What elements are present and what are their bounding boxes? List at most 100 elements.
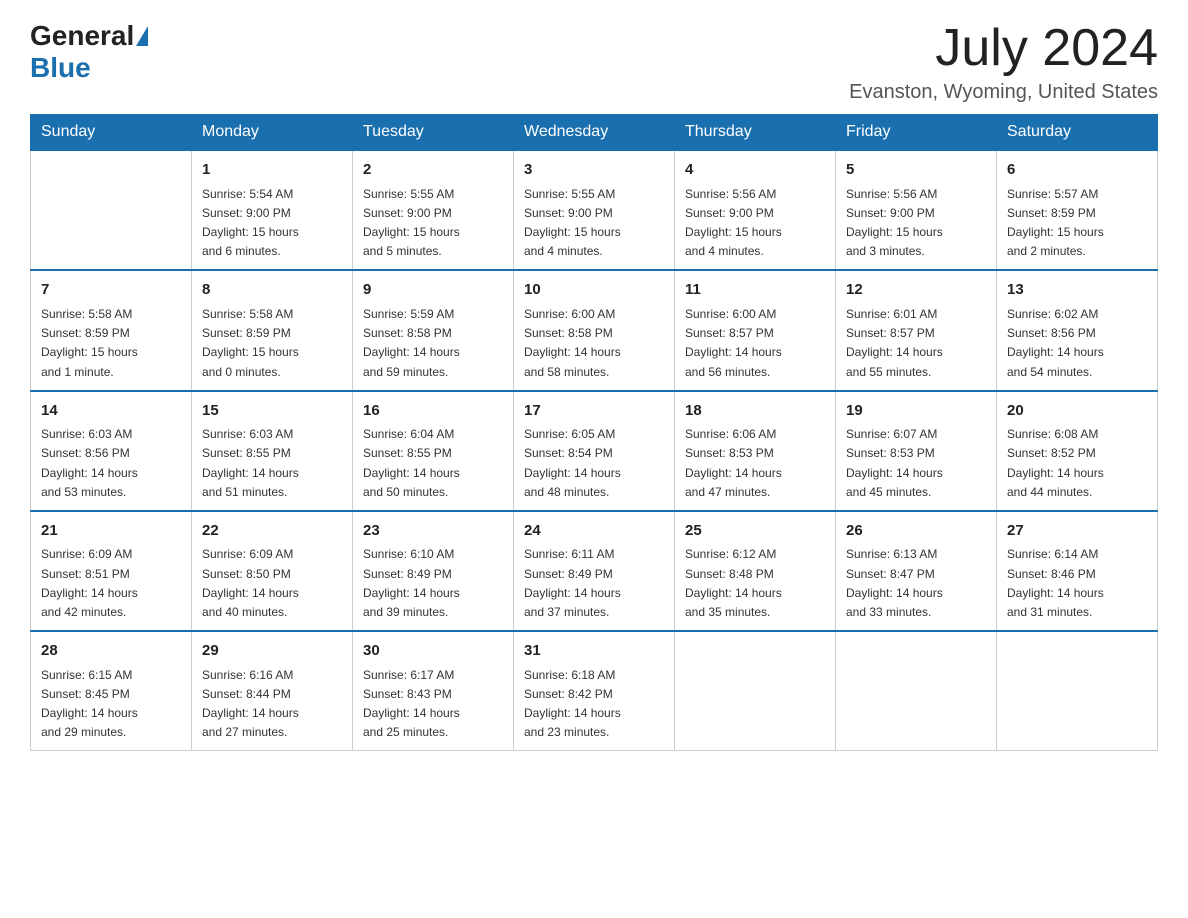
day-of-week-header: Wednesday bbox=[514, 115, 675, 151]
calendar-day-cell bbox=[836, 631, 997, 751]
day-info-text: Sunrise: 5:55 AM Sunset: 9:00 PM Dayligh… bbox=[363, 185, 503, 262]
title-block: July 2024 Evanston, Wyoming, United Stat… bbox=[849, 20, 1158, 104]
day-number: 22 bbox=[202, 520, 342, 543]
day-number: 29 bbox=[202, 640, 342, 663]
day-info-text: Sunrise: 6:04 AM Sunset: 8:55 PM Dayligh… bbox=[363, 425, 503, 502]
logo-triangle-icon bbox=[136, 26, 148, 46]
page-header: General Blue July 2024 Evanston, Wyoming… bbox=[30, 20, 1158, 104]
day-of-week-header: Thursday bbox=[675, 115, 836, 151]
day-of-week-header: Tuesday bbox=[353, 115, 514, 151]
month-title: July 2024 bbox=[849, 20, 1158, 77]
day-info-text: Sunrise: 6:02 AM Sunset: 8:56 PM Dayligh… bbox=[1007, 305, 1147, 382]
day-info-text: Sunrise: 5:56 AM Sunset: 9:00 PM Dayligh… bbox=[685, 185, 825, 262]
day-number: 18 bbox=[685, 400, 825, 423]
logo-general-text: General bbox=[30, 20, 134, 52]
day-info-text: Sunrise: 5:56 AM Sunset: 9:00 PM Dayligh… bbox=[846, 185, 986, 262]
calendar-day-cell: 6Sunrise: 5:57 AM Sunset: 8:59 PM Daylig… bbox=[997, 150, 1158, 270]
day-info-text: Sunrise: 6:01 AM Sunset: 8:57 PM Dayligh… bbox=[846, 305, 986, 382]
calendar-header-row: SundayMondayTuesdayWednesdayThursdayFrid… bbox=[31, 115, 1158, 151]
day-info-text: Sunrise: 6:12 AM Sunset: 8:48 PM Dayligh… bbox=[685, 545, 825, 622]
calendar-day-cell: 8 Sunrise: 5:58 AM Sunset: 8:59 PM Daylig… bbox=[192, 270, 353, 390]
day-info-text: Sunrise: 6:13 AM Sunset: 8:47 PM Dayligh… bbox=[846, 545, 986, 622]
day-number: 26 bbox=[846, 520, 986, 543]
day-info-text: Sunrise: 6:03 AM Sunset: 8:56 PM Dayligh… bbox=[41, 425, 181, 502]
day-info-text: Sunrise: 6:00 AM Sunset: 8:57 PM Dayligh… bbox=[685, 305, 825, 382]
calendar-day-cell: 30Sunrise: 6:17 AM Sunset: 8:43 PM Dayli… bbox=[353, 631, 514, 751]
day-number: 4 bbox=[685, 159, 825, 182]
calendar-day-cell: 24Sunrise: 6:11 AM Sunset: 8:49 PM Dayli… bbox=[514, 511, 675, 631]
calendar-week-row: 28Sunrise: 6:15 AM Sunset: 8:45 PM Dayli… bbox=[31, 631, 1158, 751]
day-number: 20 bbox=[1007, 400, 1147, 423]
day-number: 17 bbox=[524, 400, 664, 423]
calendar-day-cell: 4 Sunrise: 5:56 AM Sunset: 9:00 PM Daylig… bbox=[675, 150, 836, 270]
day-number: 21 bbox=[41, 520, 181, 543]
day-info-text: Sunrise: 6:11 AM Sunset: 8:49 PM Dayligh… bbox=[524, 545, 664, 622]
day-number: 7 bbox=[41, 279, 181, 302]
day-info-text: Sunrise: 5:58 AM Sunset: 8:59 PM Dayligh… bbox=[202, 305, 342, 382]
day-info-text: Sunrise: 6:09 AM Sunset: 8:50 PM Dayligh… bbox=[202, 545, 342, 622]
day-number: 14 bbox=[41, 400, 181, 423]
day-number: 27 bbox=[1007, 520, 1147, 543]
day-number: 13 bbox=[1007, 279, 1147, 302]
calendar-day-cell: 14Sunrise: 6:03 AM Sunset: 8:56 PM Dayli… bbox=[31, 391, 192, 511]
calendar-day-cell: 20Sunrise: 6:08 AM Sunset: 8:52 PM Dayli… bbox=[997, 391, 1158, 511]
day-number: 5 bbox=[846, 159, 986, 182]
calendar-week-row: 14Sunrise: 6:03 AM Sunset: 8:56 PM Dayli… bbox=[31, 391, 1158, 511]
day-number: 3 bbox=[524, 159, 664, 182]
day-number: 19 bbox=[846, 400, 986, 423]
day-of-week-header: Monday bbox=[192, 115, 353, 151]
day-number: 1 bbox=[202, 159, 342, 182]
day-info-text: Sunrise: 6:08 AM Sunset: 8:52 PM Dayligh… bbox=[1007, 425, 1147, 502]
day-info-text: Sunrise: 6:10 AM Sunset: 8:49 PM Dayligh… bbox=[363, 545, 503, 622]
day-info-text: Sunrise: 6:17 AM Sunset: 8:43 PM Dayligh… bbox=[363, 666, 503, 743]
calendar-day-cell: 12Sunrise: 6:01 AM Sunset: 8:57 PM Dayli… bbox=[836, 270, 997, 390]
day-info-text: Sunrise: 5:55 AM Sunset: 9:00 PM Dayligh… bbox=[524, 185, 664, 262]
calendar-day-cell: 13 Sunrise: 6:02 AM Sunset: 8:56 PM Dayli… bbox=[997, 270, 1158, 390]
calendar-day-cell: 10 Sunrise: 6:00 AM Sunset: 8:58 PM Dayli… bbox=[514, 270, 675, 390]
calendar-day-cell: 27Sunrise: 6:14 AM Sunset: 8:46 PM Dayli… bbox=[997, 511, 1158, 631]
calendar-day-cell bbox=[31, 150, 192, 270]
location-text: Evanston, Wyoming, United States bbox=[849, 81, 1158, 104]
day-info-text: Sunrise: 6:14 AM Sunset: 8:46 PM Dayligh… bbox=[1007, 545, 1147, 622]
day-info-text: Sunrise: 6:15 AM Sunset: 8:45 PM Dayligh… bbox=[41, 666, 181, 743]
calendar-day-cell: 16Sunrise: 6:04 AM Sunset: 8:55 PM Dayli… bbox=[353, 391, 514, 511]
calendar-day-cell: 17Sunrise: 6:05 AM Sunset: 8:54 PM Dayli… bbox=[514, 391, 675, 511]
day-number: 31 bbox=[524, 640, 664, 663]
calendar-day-cell: 5 Sunrise: 5:56 AM Sunset: 9:00 PM Daylig… bbox=[836, 150, 997, 270]
day-info-text: Sunrise: 5:59 AM Sunset: 8:58 PM Dayligh… bbox=[363, 305, 503, 382]
calendar-day-cell: 22Sunrise: 6:09 AM Sunset: 8:50 PM Dayli… bbox=[192, 511, 353, 631]
calendar-day-cell: 25Sunrise: 6:12 AM Sunset: 8:48 PM Dayli… bbox=[675, 511, 836, 631]
calendar-day-cell: 15Sunrise: 6:03 AM Sunset: 8:55 PM Dayli… bbox=[192, 391, 353, 511]
calendar-day-cell: 26Sunrise: 6:13 AM Sunset: 8:47 PM Dayli… bbox=[836, 511, 997, 631]
day-info-text: Sunrise: 6:06 AM Sunset: 8:53 PM Dayligh… bbox=[685, 425, 825, 502]
calendar-day-cell: 18Sunrise: 6:06 AM Sunset: 8:53 PM Dayli… bbox=[675, 391, 836, 511]
calendar-day-cell: 11 Sunrise: 6:00 AM Sunset: 8:57 PM Dayli… bbox=[675, 270, 836, 390]
day-number: 16 bbox=[363, 400, 503, 423]
day-number: 25 bbox=[685, 520, 825, 543]
calendar-day-cell bbox=[675, 631, 836, 751]
calendar-day-cell: 21Sunrise: 6:09 AM Sunset: 8:51 PM Dayli… bbox=[31, 511, 192, 631]
day-number: 8 bbox=[202, 279, 342, 302]
calendar-day-cell: 29 Sunrise: 6:16 AM Sunset: 8:44 PM Dayli… bbox=[192, 631, 353, 751]
day-number: 15 bbox=[202, 400, 342, 423]
day-of-week-header: Sunday bbox=[31, 115, 192, 151]
calendar-table: SundayMondayTuesdayWednesdayThursdayFrid… bbox=[30, 114, 1158, 751]
day-number: 9 bbox=[363, 279, 503, 302]
calendar-week-row: 7 Sunrise: 5:58 AM Sunset: 8:59 PM Daylig… bbox=[31, 270, 1158, 390]
day-info-text: Sunrise: 6:00 AM Sunset: 8:58 PM Dayligh… bbox=[524, 305, 664, 382]
calendar-week-row: 21Sunrise: 6:09 AM Sunset: 8:51 PM Dayli… bbox=[31, 511, 1158, 631]
day-of-week-header: Saturday bbox=[997, 115, 1158, 151]
day-number: 10 bbox=[524, 279, 664, 302]
day-info-text: Sunrise: 5:58 AM Sunset: 8:59 PM Dayligh… bbox=[41, 305, 181, 382]
day-info-text: Sunrise: 6:16 AM Sunset: 8:44 PM Dayligh… bbox=[202, 666, 342, 743]
calendar-day-cell: 2Sunrise: 5:55 AM Sunset: 9:00 PM Daylig… bbox=[353, 150, 514, 270]
logo-blue-text: Blue bbox=[30, 52, 91, 84]
calendar-day-cell: 7 Sunrise: 5:58 AM Sunset: 8:59 PM Daylig… bbox=[31, 270, 192, 390]
day-number: 6 bbox=[1007, 159, 1147, 182]
calendar-week-row: 1Sunrise: 5:54 AM Sunset: 9:00 PM Daylig… bbox=[31, 150, 1158, 270]
day-info-text: Sunrise: 6:05 AM Sunset: 8:54 PM Dayligh… bbox=[524, 425, 664, 502]
calendar-day-cell: 3 Sunrise: 5:55 AM Sunset: 9:00 PM Daylig… bbox=[514, 150, 675, 270]
calendar-day-cell: 28Sunrise: 6:15 AM Sunset: 8:45 PM Dayli… bbox=[31, 631, 192, 751]
calendar-day-cell: 9 Sunrise: 5:59 AM Sunset: 8:58 PM Daylig… bbox=[353, 270, 514, 390]
day-number: 11 bbox=[685, 279, 825, 302]
